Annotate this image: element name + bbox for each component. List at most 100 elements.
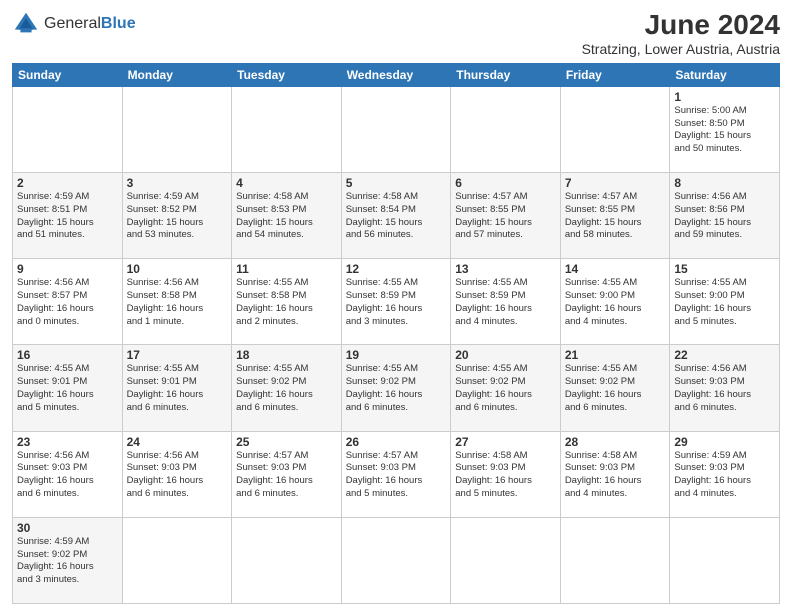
day-cell [451,517,561,603]
day-info: Sunrise: 4:55 AM Sunset: 9:02 PM Dayligh… [236,363,337,414]
day-number: 30 [17,521,118,535]
day-cell [122,517,232,603]
day-info: Sunrise: 5:00 AM Sunset: 8:50 PM Dayligh… [674,105,775,156]
calendar-title: June 2024 [582,10,780,41]
day-info: Sunrise: 4:57 AM Sunset: 8:55 PM Dayligh… [565,191,666,242]
day-info: Sunrise: 4:58 AM Sunset: 9:03 PM Dayligh… [565,450,666,501]
day-info: Sunrise: 4:56 AM Sunset: 9:03 PM Dayligh… [674,363,775,414]
day-cell: 21Sunrise: 4:55 AM Sunset: 9:02 PM Dayli… [560,345,670,431]
column-header-monday: Monday [122,63,232,86]
day-number: 11 [236,262,337,276]
logo-text: GeneralBlue [44,15,136,33]
logo-blue: Blue [101,15,136,32]
day-info: Sunrise: 4:59 AM Sunset: 9:02 PM Dayligh… [17,536,118,587]
page: GeneralBlue June 2024 Stratzing, Lower A… [0,0,792,612]
day-number: 16 [17,348,118,362]
day-cell: 16Sunrise: 4:55 AM Sunset: 9:01 PM Dayli… [13,345,123,431]
day-cell [560,86,670,172]
column-header-thursday: Thursday [451,63,561,86]
day-number: 20 [455,348,556,362]
day-cell [341,517,451,603]
day-number: 14 [565,262,666,276]
week-row-5: 23Sunrise: 4:56 AM Sunset: 9:03 PM Dayli… [13,431,780,517]
day-number: 22 [674,348,775,362]
day-info: Sunrise: 4:59 AM Sunset: 9:03 PM Dayligh… [674,450,775,501]
day-number: 27 [455,435,556,449]
day-info: Sunrise: 4:55 AM Sunset: 9:01 PM Dayligh… [17,363,118,414]
day-number: 28 [565,435,666,449]
week-row-2: 2Sunrise: 4:59 AM Sunset: 8:51 PM Daylig… [13,172,780,258]
day-info: Sunrise: 4:56 AM Sunset: 9:03 PM Dayligh… [127,450,228,501]
week-row-6: 30Sunrise: 4:59 AM Sunset: 9:02 PM Dayli… [13,517,780,603]
day-number: 15 [674,262,775,276]
day-cell: 25Sunrise: 4:57 AM Sunset: 9:03 PM Dayli… [232,431,342,517]
day-info: Sunrise: 4:55 AM Sunset: 9:02 PM Dayligh… [455,363,556,414]
day-number: 6 [455,176,556,190]
day-cell [232,86,342,172]
day-number: 21 [565,348,666,362]
day-number: 13 [455,262,556,276]
day-cell: 14Sunrise: 4:55 AM Sunset: 9:00 PM Dayli… [560,259,670,345]
day-info: Sunrise: 4:57 AM Sunset: 9:03 PM Dayligh… [346,450,447,501]
day-cell: 3Sunrise: 4:59 AM Sunset: 8:52 PM Daylig… [122,172,232,258]
day-info: Sunrise: 4:55 AM Sunset: 8:59 PM Dayligh… [346,277,447,328]
column-header-sunday: Sunday [13,63,123,86]
day-cell: 23Sunrise: 4:56 AM Sunset: 9:03 PM Dayli… [13,431,123,517]
day-cell: 30Sunrise: 4:59 AM Sunset: 9:02 PM Dayli… [13,517,123,603]
day-cell [670,517,780,603]
day-number: 7 [565,176,666,190]
day-cell [232,517,342,603]
title-block: June 2024 Stratzing, Lower Austria, Aust… [582,10,780,57]
day-cell: 7Sunrise: 4:57 AM Sunset: 8:55 PM Daylig… [560,172,670,258]
day-info: Sunrise: 4:55 AM Sunset: 9:02 PM Dayligh… [346,363,447,414]
day-cell: 29Sunrise: 4:59 AM Sunset: 9:03 PM Dayli… [670,431,780,517]
day-cell: 26Sunrise: 4:57 AM Sunset: 9:03 PM Dayli… [341,431,451,517]
header: GeneralBlue June 2024 Stratzing, Lower A… [12,10,780,57]
day-number: 10 [127,262,228,276]
day-cell: 18Sunrise: 4:55 AM Sunset: 9:02 PM Dayli… [232,345,342,431]
day-info: Sunrise: 4:56 AM Sunset: 9:03 PM Dayligh… [17,450,118,501]
day-cell [341,86,451,172]
day-cell: 4Sunrise: 4:58 AM Sunset: 8:53 PM Daylig… [232,172,342,258]
day-info: Sunrise: 4:58 AM Sunset: 9:03 PM Dayligh… [455,450,556,501]
day-cell: 6Sunrise: 4:57 AM Sunset: 8:55 PM Daylig… [451,172,561,258]
day-cell [451,86,561,172]
day-info: Sunrise: 4:55 AM Sunset: 8:59 PM Dayligh… [455,277,556,328]
day-cell: 1Sunrise: 5:00 AM Sunset: 8:50 PM Daylig… [670,86,780,172]
day-number: 1 [674,90,775,104]
day-info: Sunrise: 4:55 AM Sunset: 9:02 PM Dayligh… [565,363,666,414]
week-row-3: 9Sunrise: 4:56 AM Sunset: 8:57 PM Daylig… [13,259,780,345]
day-info: Sunrise: 4:57 AM Sunset: 9:03 PM Dayligh… [236,450,337,501]
day-info: Sunrise: 4:59 AM Sunset: 8:51 PM Dayligh… [17,191,118,242]
day-cell: 28Sunrise: 4:58 AM Sunset: 9:03 PM Dayli… [560,431,670,517]
day-cell: 9Sunrise: 4:56 AM Sunset: 8:57 PM Daylig… [13,259,123,345]
calendar-subtitle: Stratzing, Lower Austria, Austria [582,41,780,57]
day-cell: 12Sunrise: 4:55 AM Sunset: 8:59 PM Dayli… [341,259,451,345]
day-cell: 5Sunrise: 4:58 AM Sunset: 8:54 PM Daylig… [341,172,451,258]
day-number: 8 [674,176,775,190]
day-number: 24 [127,435,228,449]
day-number: 23 [17,435,118,449]
day-number: 18 [236,348,337,362]
column-header-friday: Friday [560,63,670,86]
day-cell: 10Sunrise: 4:56 AM Sunset: 8:58 PM Dayli… [122,259,232,345]
day-cell: 15Sunrise: 4:55 AM Sunset: 9:00 PM Dayli… [670,259,780,345]
day-cell: 13Sunrise: 4:55 AM Sunset: 8:59 PM Dayli… [451,259,561,345]
day-number: 9 [17,262,118,276]
day-number: 26 [346,435,447,449]
logo: GeneralBlue [12,10,136,38]
day-info: Sunrise: 4:55 AM Sunset: 9:01 PM Dayligh… [127,363,228,414]
day-number: 17 [127,348,228,362]
logo-general: General [44,15,101,32]
column-header-saturday: Saturday [670,63,780,86]
day-info: Sunrise: 4:56 AM Sunset: 8:56 PM Dayligh… [674,191,775,242]
day-number: 19 [346,348,447,362]
day-info: Sunrise: 4:59 AM Sunset: 8:52 PM Dayligh… [127,191,228,242]
calendar-table: SundayMondayTuesdayWednesdayThursdayFrid… [12,63,780,604]
day-number: 2 [17,176,118,190]
day-info: Sunrise: 4:56 AM Sunset: 8:57 PM Dayligh… [17,277,118,328]
column-header-tuesday: Tuesday [232,63,342,86]
day-number: 3 [127,176,228,190]
day-info: Sunrise: 4:55 AM Sunset: 8:58 PM Dayligh… [236,277,337,328]
day-number: 5 [346,176,447,190]
